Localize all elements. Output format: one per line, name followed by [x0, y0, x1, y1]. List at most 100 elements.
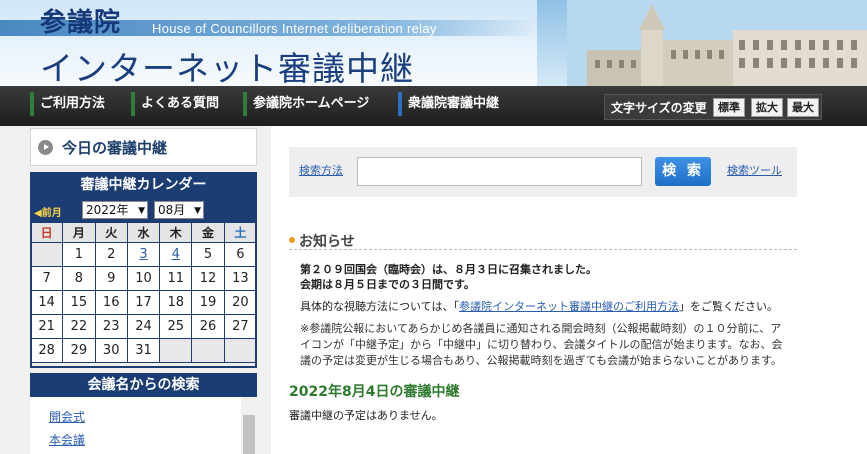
calendar-day-cell: 9	[94, 266, 128, 291]
weekday-wed: 水	[126, 222, 161, 243]
weekday-tue: 火	[94, 222, 128, 243]
today-schedule-title: 2022年8月4日の審議中継	[289, 384, 460, 400]
today-deliberation-label: 今日の審議中継	[62, 139, 168, 157]
notice-note-2: イコンが「中継予定」から「中継中」に切り替わり、会議タイトルの配信が始まります。…	[300, 338, 783, 351]
search-box: 検索方法 検 索 検索ツール	[289, 147, 797, 197]
parliament-building-image	[567, 0, 867, 86]
calendar-day-cell: 14	[29, 290, 64, 315]
notice-line-3: 具体的な視聴方法については、「参議院インターネット審議中継のご利用方法」をご覧く…	[300, 298, 778, 314]
weekday-fri: 金	[191, 222, 225, 243]
calendar-day-link[interactable]: 4	[172, 247, 180, 262]
bullet-icon	[289, 237, 295, 243]
font-size-label: 文字サイズの変更	[611, 101, 707, 115]
calendar-week-row: 21 22 23 24 25 26 27	[29, 314, 258, 339]
month-select-value: 08月	[158, 203, 186, 217]
calendar-day-cell: 10	[126, 266, 161, 291]
calendar-week-row: 14 15 16 17 18 19 20	[29, 290, 258, 315]
calendar-day-cell: 7	[29, 266, 64, 291]
calendar-empty-cell	[29, 242, 64, 267]
calendar-day-cell: 5	[191, 242, 225, 267]
font-size-large-button[interactable]: 拡大	[751, 98, 783, 117]
search-method-link[interactable]: 検索方法	[299, 162, 343, 178]
calendar-day-link[interactable]: 3	[139, 247, 147, 262]
year-select[interactable]: 2022年 ▼	[82, 201, 148, 219]
calendar-day-cell: 1	[62, 242, 96, 267]
notice-line-3-prefix: 具体的な視聴方法については、「	[300, 300, 459, 313]
meeting-link-plenary[interactable]: 本会議	[49, 431, 85, 448]
calendar-day-cell: 17	[126, 290, 161, 315]
calendar-day-cell: 30	[94, 338, 128, 363]
calendar-day-cell: 8	[62, 266, 96, 291]
scrollbar-thumb[interactable]	[243, 415, 255, 454]
prev-month-link[interactable]: ◀前月	[34, 204, 62, 219]
calendar-day-cell: 16	[94, 290, 128, 315]
calendar-empty-cell	[159, 338, 193, 363]
search-button[interactable]: 検 索	[655, 157, 711, 186]
site-title: インターネット審議中継	[40, 49, 414, 86]
notice-title: お知らせ	[299, 234, 355, 250]
calendar-day-cell[interactable]: 4	[159, 242, 193, 267]
meeting-search-title: 会議名からの検索	[30, 373, 257, 397]
calendar-day-cell: 11	[159, 266, 193, 291]
usage-guide-link[interactable]: 参議院インターネット審議中継のご利用方法	[459, 300, 679, 313]
calendar-day-cell: 12	[191, 266, 225, 291]
search-input[interactable]	[357, 157, 642, 186]
calendar-day-cell: 27	[223, 314, 258, 339]
nav-faq[interactable]: よくある質問	[131, 86, 219, 126]
calendar-day-cell: 29	[62, 338, 96, 363]
month-select[interactable]: 08月 ▼	[154, 201, 204, 219]
notice-line-3-suffix: 」をご覧ください。	[678, 300, 778, 313]
chevron-down-icon: ▼	[138, 206, 145, 216]
calendar-week-row: 123 456	[29, 242, 258, 267]
calendar-day-cell: 23	[94, 314, 128, 339]
site-logo[interactable]: 参議院	[40, 2, 121, 39]
meeting-link-opening-ceremony[interactable]: 開会式	[49, 408, 85, 425]
nav-house-of-representatives[interactable]: 衆議院審議中継	[398, 86, 499, 126]
notice-line-2: 会期は８月５日までの３日間です。	[300, 278, 475, 291]
calendar-week-row: 7 8 9 10 11 12 13	[29, 266, 258, 291]
site-header: 参議院 House of Councillors Internet delibe…	[0, 0, 867, 86]
calendar-week-row: 28 29 30 31	[29, 338, 258, 363]
font-size-switcher: 文字サイズの変更 標準 拡大 最大	[604, 94, 822, 120]
calendar-day-cell: 20	[223, 290, 258, 315]
calendar-day-cell: 25	[159, 314, 193, 339]
year-select-value: 2022年	[86, 203, 129, 217]
notice-note-1: ※参議院公報においてあらかじめ各議員に通知される開会時刻（公報掲載時刻）の１０分…	[300, 322, 782, 335]
calendar-grid: 日 月 火 水 木 金 土 1 2 3 4 5 6 7 8 9 10 11 12 13 14 15 16 17 1…	[29, 222, 258, 363]
nav-usage-guide[interactable]: ご利用方法	[30, 86, 105, 126]
calendar-day-cell: 26	[191, 314, 225, 339]
weekday-sun: 日	[29, 222, 64, 243]
play-icon	[38, 140, 53, 155]
calendar-day-cell: 18	[159, 290, 193, 315]
calendar-weekday-row: 日 月 火 水 木 金 土	[29, 222, 258, 243]
notice-heading: お知らせ	[289, 230, 797, 250]
calendar-day-cell: 21	[29, 314, 64, 339]
meeting-search-list: 開会式 本会議	[30, 397, 257, 454]
weekday-sat: 土	[223, 222, 258, 243]
calendar-day-cell[interactable]: 3	[126, 242, 161, 267]
chevron-down-icon: ▼	[194, 206, 201, 216]
calendar-controls: ◀前月 2022年 ▼ 08月 ▼	[30, 198, 257, 222]
calendar-day-cell: 2	[94, 242, 128, 267]
font-size-standard-button[interactable]: 標準	[713, 98, 745, 117]
search-tool-link[interactable]: 検索ツール	[727, 162, 782, 178]
site-subtitle: House of Councillors Internet deliberati…	[152, 21, 437, 36]
calendar-empty-cell	[223, 338, 258, 363]
calendar-day-cell: 13	[223, 266, 258, 291]
meeting-list-scrollbar[interactable]	[241, 397, 257, 454]
calendar-day-cell: 15	[62, 290, 96, 315]
weekday-mon: 月	[62, 222, 96, 243]
calendar-day-cell: 31	[126, 338, 161, 363]
calendar-day-cell: 24	[126, 314, 161, 339]
calendar-day-cell: 19	[191, 290, 225, 315]
notice-note-3: 議の予定は変更が生じる場合もあり、公報掲載時刻を過ぎても会議が始まらないことがあ…	[300, 354, 782, 367]
today-schedule-message: 審議中継の予定はありません。	[289, 409, 443, 422]
notice-line-1: 第２０９回国会（臨時会）は、８月３日に召集されました。	[300, 263, 597, 276]
today-deliberation-button[interactable]: 今日の審議中継	[30, 128, 257, 166]
calendar-day-cell: 22	[62, 314, 96, 339]
calendar-title: 審議中継カレンダー	[30, 172, 257, 198]
nav-house-homepage[interactable]: 参議院ホームページ	[243, 86, 369, 126]
font-size-max-button[interactable]: 最大	[787, 98, 819, 117]
calendar-empty-cell	[191, 338, 225, 363]
calendar-day-cell: 28	[29, 338, 64, 363]
